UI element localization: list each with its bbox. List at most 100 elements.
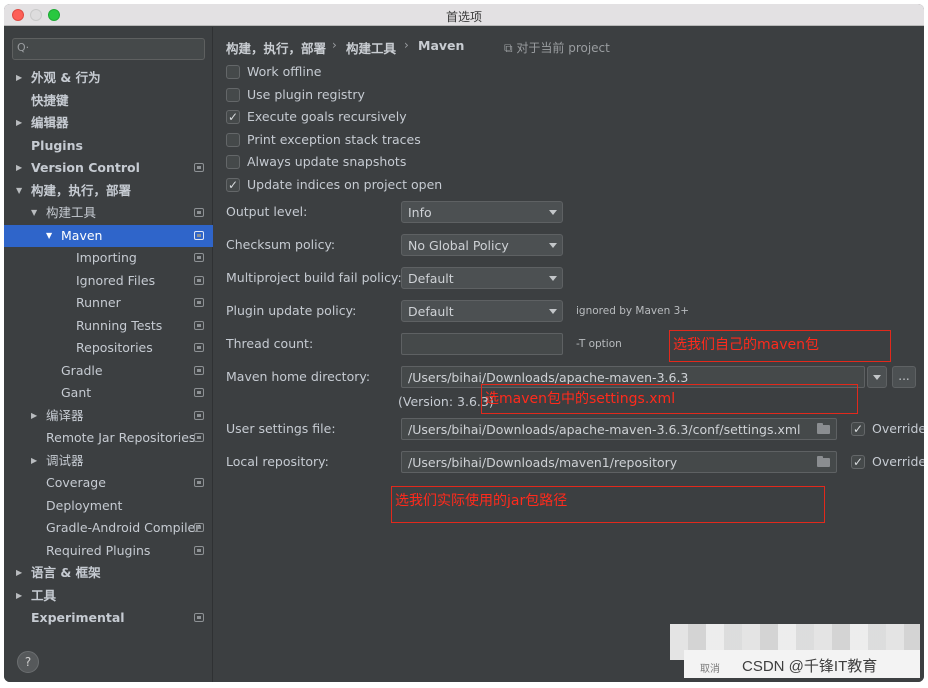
project-scope-icon: [194, 163, 204, 172]
sidebar-item[interactable]: ▼ 构建，执行，部署: [4, 180, 213, 202]
folder-icon[interactable]: [817, 423, 830, 434]
checkbox-icon[interactable]: [226, 65, 240, 79]
settings-search-input[interactable]: Q·: [12, 38, 205, 60]
sidebar-item[interactable]: Gant: [4, 382, 213, 404]
chevron-right-icon[interactable]: ▶: [16, 112, 22, 134]
help-button[interactable]: ?: [17, 651, 39, 673]
sidebar-item[interactable]: ▶ 调试器: [4, 450, 213, 472]
chevron-right-icon[interactable]: ▶: [16, 562, 22, 584]
sidebar-item[interactable]: ▶ 编译器: [4, 405, 213, 427]
sidebar-item-label: Deployment: [46, 497, 123, 513]
sidebar-item-label: Running Tests: [76, 317, 163, 333]
chevron-down-icon[interactable]: ▼: [31, 202, 37, 224]
sidebar-item-label: 构建，执行，部署: [31, 182, 132, 198]
chevron-down-icon: [549, 243, 557, 248]
checkbox-icon[interactable]: [851, 452, 865, 472]
sidebar-item[interactable]: Ignored Files: [4, 270, 213, 292]
sidebar-item[interactable]: ▶ Version Control: [4, 157, 213, 179]
sidebar-item[interactable]: Required Plugins: [4, 540, 213, 562]
plugin-update-note: ignored by Maven 3+: [576, 305, 690, 317]
chevron-down-icon[interactable]: ▼: [16, 180, 22, 202]
sidebar-item-label: 工具: [31, 587, 57, 603]
checkbox-icon[interactable]: [226, 132, 240, 147]
maven-home-dropdown-button[interactable]: [867, 366, 887, 388]
sidebar-item[interactable]: Runner: [4, 292, 213, 314]
maven-home-browse-button[interactable]: ...: [892, 366, 916, 388]
chevron-right-icon[interactable]: ▶: [16, 67, 22, 89]
sidebar-item-label: Importing: [76, 250, 137, 265]
local-repository-label: Local repository:: [226, 454, 329, 469]
project-scope-icon: [194, 410, 204, 420]
checkbox-icon[interactable]: [851, 419, 865, 439]
checkbox-icon[interactable]: [226, 155, 240, 169]
project-scope-icon: [194, 230, 204, 240]
sidebar-item[interactable]: ▼ 构建工具: [4, 202, 213, 224]
multiproject-policy-select[interactable]: Default: [401, 267, 563, 289]
sidebar-item[interactable]: ▶ 工具: [4, 585, 213, 607]
output-level-select[interactable]: Info: [401, 201, 563, 223]
maven-home-label: Maven home directory:: [226, 369, 371, 384]
chevron-right-icon[interactable]: ▶: [16, 157, 22, 179]
search-icon: Q·: [17, 41, 30, 54]
sidebar-item[interactable]: Running Tests: [4, 315, 213, 337]
user-settings-value: /Users/bihai/Downloads/apache-maven-3.6.…: [408, 422, 801, 437]
override-label: Override: [872, 454, 924, 469]
sidebar-item[interactable]: ▼ Maven: [4, 224, 213, 247]
breadcrumb-build-execution-deployment[interactable]: 构建，执行，部署: [226, 38, 326, 57]
sidebar-item[interactable]: Gradle-Android Compiler: [4, 517, 213, 539]
folder-icon[interactable]: [817, 456, 830, 467]
project-scope-icon: [194, 523, 204, 532]
chevron-down-icon[interactable]: ▼: [46, 225, 52, 247]
checkbox-icon[interactable]: [226, 87, 240, 102]
output-level-value: Info: [408, 205, 432, 220]
checkbox-icon[interactable]: [226, 107, 240, 127]
csdn-watermark: CSDN @千锋IT教育: [742, 658, 878, 675]
sidebar-item[interactable]: Plugins: [4, 135, 213, 157]
project-scope-icon: [194, 208, 204, 217]
project-scope-icon: [194, 545, 204, 555]
sidebar-item-label: Plugins: [31, 137, 83, 153]
sidebar-item[interactable]: Repositories: [4, 337, 213, 359]
checksum-policy-label: Checksum policy:: [226, 237, 336, 252]
chevron-right-icon[interactable]: ▶: [31, 450, 37, 472]
chevron-right-icon[interactable]: ▶: [16, 585, 22, 607]
plugin-update-policy-select[interactable]: Default: [401, 300, 563, 322]
sidebar-item[interactable]: Deployment: [4, 495, 213, 517]
sidebar-item-label: 调试器: [46, 452, 84, 468]
project-scope-icon: [194, 253, 204, 262]
breadcrumb-build-tools[interactable]: 构建工具: [346, 38, 396, 57]
window-title: 首选项: [445, 10, 482, 24]
checksum-policy-select[interactable]: No Global Policy: [401, 234, 563, 256]
breadcrumb-separator: ›: [404, 38, 409, 52]
sidebar-item[interactable]: Experimental: [4, 607, 213, 629]
sidebar-item[interactable]: ▶ 语言 & 框架: [4, 562, 213, 584]
checkbox-icon[interactable]: [226, 175, 240, 195]
sidebar-item[interactable]: Importing: [4, 247, 213, 269]
maven-version-label: (Version: 3.6.3): [398, 394, 494, 409]
cancel-button[interactable]: 取消: [700, 660, 720, 675]
annotation-local-repository: 选我们实际使用的jar包路径: [391, 486, 825, 523]
sidebar-item[interactable]: ▶ 外观 & 行为: [4, 67, 213, 89]
sidebar-item[interactable]: ▶ 编辑器: [4, 112, 213, 134]
chevron-down-icon: [549, 309, 557, 314]
user-settings-input[interactable]: /Users/bihai/Downloads/apache-maven-3.6.…: [401, 418, 837, 440]
breadcrumb-maven: Maven: [418, 38, 465, 53]
thread-count-input[interactable]: [401, 333, 563, 355]
project-scope-note: ⧉ 对于当前 project: [504, 41, 610, 55]
sidebar-item-label: 编辑器: [31, 115, 69, 130]
local-repository-input[interactable]: /Users/bihai/Downloads/maven1/repository: [401, 451, 837, 473]
annotation-settings-file: 选maven包中的settings.xml: [481, 384, 858, 414]
sidebar-item-label: Experimental: [31, 610, 125, 625]
multiproject-policy-label: Multiproject build fail policy:: [226, 270, 402, 285]
project-scope-icon: [194, 365, 204, 375]
sidebar-item[interactable]: Remote Jar Repositories: [4, 427, 213, 449]
sidebar-item-label: Required Plugins: [46, 542, 151, 558]
sidebar-item[interactable]: 快捷键: [4, 90, 213, 112]
preferences-window: 首选项 Q· ▶ 外观 & 行为快捷键 ▶ 编辑器 Plugins ▶ Version Co…: [4, 4, 924, 682]
sidebar-item[interactable]: Gradle: [4, 360, 213, 382]
chevron-right-icon[interactable]: ▶: [31, 405, 37, 427]
chevron-down-icon: [873, 375, 881, 380]
multiproject-policy-value: Default: [408, 271, 454, 286]
sidebar-item-label: 快捷键: [31, 92, 69, 108]
sidebar-item[interactable]: Coverage: [4, 472, 213, 494]
